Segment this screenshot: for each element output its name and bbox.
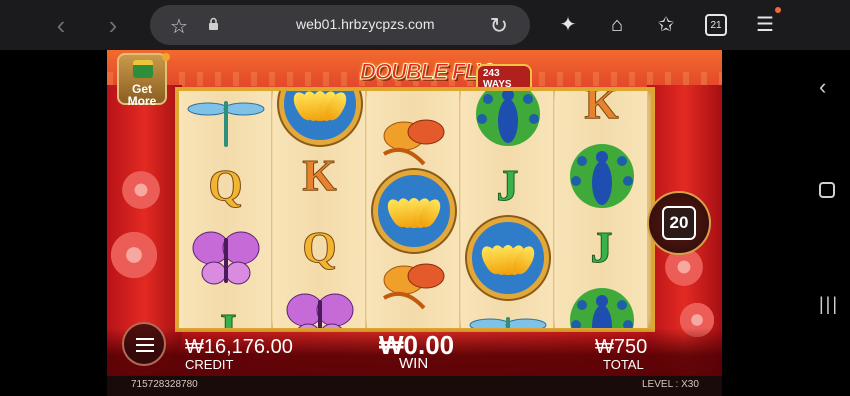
address-bar[interactable]: ☆ web01.hrbzycpzs.com ↻ <box>150 5 530 45</box>
reel-symbol: J <box>555 210 648 285</box>
recents-nav-icon[interactable]: ||| <box>819 294 839 315</box>
system-nav-bar: ‹ ||| <box>722 50 850 396</box>
symbol-j: J <box>590 223 613 273</box>
reel-symbol: Q <box>179 148 272 223</box>
reel-symbol: K <box>273 138 366 213</box>
dragonfly-icon <box>469 316 546 328</box>
peacock-icon <box>475 91 540 146</box>
reel-symbol <box>461 91 554 151</box>
reel-1: QJ <box>179 91 272 329</box>
autospin-count: 20 <box>662 206 696 240</box>
symbol-k: K <box>584 87 619 129</box>
level-text: LEVEL : X30 <box>642 379 699 390</box>
lotus-icon <box>278 91 361 145</box>
reel-symbol <box>461 292 554 328</box>
reel-symbol <box>367 101 460 176</box>
game-footer: 715728328780 LEVEL : X30 <box>107 376 722 396</box>
get-more-button[interactable]: Get More <box>117 53 167 108</box>
symbol-k: K <box>302 151 337 201</box>
flower-decoration <box>107 228 161 282</box>
lotus-symbol <box>273 91 366 145</box>
game-id: 715728328780 <box>131 379 198 390</box>
reel-symbol <box>367 245 460 320</box>
lotus-symbol <box>367 169 460 252</box>
total-bet-label: TOTAL <box>603 357 644 372</box>
butterfly-icon <box>192 231 259 284</box>
credit-label: CREDIT <box>185 357 234 372</box>
back-nav-icon[interactable]: ‹ <box>819 74 826 100</box>
logo-title: DOUBLE FLY <box>360 59 491 85</box>
lotus-icon <box>466 216 549 299</box>
bookmarks-icon[interactable]: ✩ <box>653 12 679 38</box>
reel-2: KQ <box>273 91 366 328</box>
menu-line <box>136 350 154 352</box>
reel-5: KJ <box>555 91 648 328</box>
reel-4: J <box>461 91 554 328</box>
peacock-icon <box>569 143 634 208</box>
slot-game: Get More DOUBLE FLY 243 WAYS QJKQ10JKJ 2… <box>107 50 722 396</box>
bookmark-star-icon[interactable]: ☆ <box>170 14 188 39</box>
lotus-icon <box>372 169 455 252</box>
notification-dot <box>162 53 170 61</box>
autospin-button[interactable]: 20 <box>647 191 711 255</box>
notification-dot <box>775 7 781 13</box>
reload-icon[interactable]: ↻ <box>490 13 508 39</box>
browser-toolbar: ‹ › ☆ web01.hrbzycpzs.com ↻ ✦ ⌂ ✩ 21 ☰ <box>0 0 850 50</box>
game-logo: DOUBLE FLY 243 WAYS <box>332 54 532 94</box>
lotus-symbol <box>461 216 554 299</box>
win-label: WIN <box>399 355 429 372</box>
menu-line <box>136 344 154 346</box>
butterfly-icon <box>286 293 353 328</box>
home-icon[interactable]: ⌂ <box>604 12 630 38</box>
lock-icon <box>209 17 218 30</box>
reel-symbol <box>273 282 366 328</box>
home-nav-icon[interactable] <box>819 182 835 198</box>
reel-symbol <box>179 220 272 295</box>
flower-decoration <box>119 168 163 212</box>
dragonfly-icon <box>187 100 264 147</box>
birds-icon <box>382 263 444 309</box>
reel-3: 10 <box>367 91 460 328</box>
menu-line <box>136 338 154 340</box>
gift-icon <box>133 60 153 78</box>
sparkle-icon[interactable]: ✦ <box>555 12 581 38</box>
get-more-label: Get More <box>127 82 157 108</box>
reel-symbol <box>555 282 648 328</box>
reel-symbol: J <box>179 292 272 329</box>
reel-grid: QJKQ10JKJ <box>175 87 655 332</box>
symbol-q: Q <box>208 161 243 211</box>
reel-symbol: J <box>461 148 554 223</box>
back-icon[interactable]: ‹ <box>46 10 76 40</box>
game-menu-button[interactable] <box>122 322 166 366</box>
peacock-icon <box>569 287 634 328</box>
menu-icon[interactable]: ☰ <box>752 12 778 38</box>
symbol-q: Q <box>302 223 337 273</box>
birds-icon <box>382 119 444 165</box>
credit-value: ₩16,176.00 <box>185 336 293 358</box>
reel-symbol: Q <box>273 210 366 285</box>
tabs-count-button[interactable]: 21 <box>705 14 727 36</box>
forward-icon[interactable]: › <box>98 10 128 40</box>
reel-symbol <box>555 138 648 213</box>
reel-symbol <box>179 91 272 151</box>
reel-symbol: K <box>555 87 648 141</box>
url-text[interactable]: web01.hrbzycpzs.com <box>296 16 435 32</box>
total-bet-value[interactable]: ₩750 <box>595 336 647 359</box>
symbol-j: J <box>496 161 519 211</box>
